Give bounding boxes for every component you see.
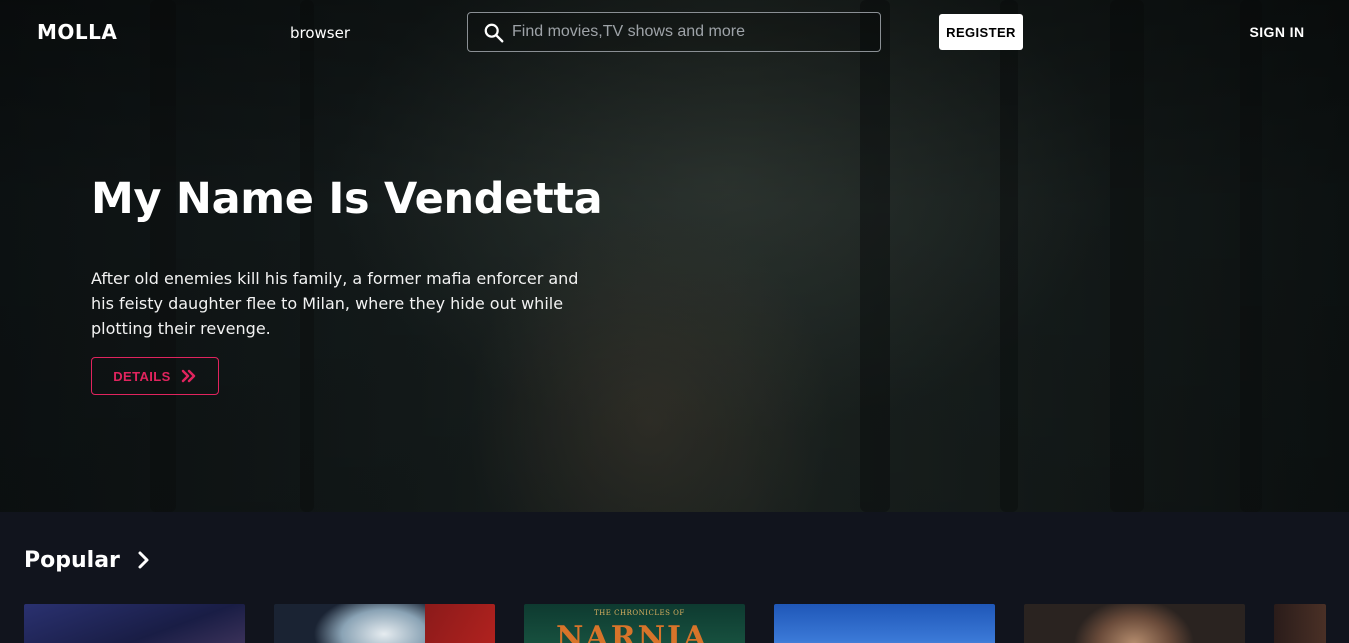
details-label: DETAILS — [113, 368, 171, 384]
double-chevron-right-icon — [181, 369, 195, 383]
movie-poster[interactable] — [1274, 604, 1326, 643]
movie-poster[interactable] — [1024, 604, 1245, 643]
search-icon[interactable] — [483, 22, 505, 44]
register-button[interactable]: REGISTER — [939, 14, 1023, 50]
search-box[interactable] — [467, 12, 881, 52]
details-button[interactable]: DETAILS — [91, 357, 219, 395]
top-navigation: MOLLA browser REGISTER SIGN IN — [0, 0, 1349, 64]
sign-in-button[interactable]: SIGN IN — [1240, 22, 1314, 42]
hero-title: My Name Is Vendetta — [91, 174, 603, 224]
popular-header[interactable]: Popular — [24, 545, 154, 575]
hero-description: After old enemies kill his family, a for… — [91, 269, 579, 338]
hero-overlay — [0, 0, 1349, 512]
logo[interactable]: MOLLA — [37, 20, 117, 44]
poster-title: NARNIA — [556, 620, 709, 643]
poster-subtitle: THE CHRONICLES OF — [594, 609, 685, 617]
search-input[interactable] — [512, 13, 872, 51]
chevron-right-icon[interactable] — [134, 550, 154, 570]
movie-poster[interactable]: THE CHRONICLES OF NARNIA — [524, 604, 745, 643]
hero-banner: My Name Is Vendetta After old enemies ki… — [0, 0, 1349, 512]
movie-poster[interactable] — [24, 604, 245, 643]
popular-title[interactable]: Popular — [24, 548, 120, 573]
movie-poster[interactable] — [274, 604, 495, 643]
browse-link[interactable]: browser — [290, 24, 350, 42]
movie-poster[interactable] — [774, 604, 995, 643]
